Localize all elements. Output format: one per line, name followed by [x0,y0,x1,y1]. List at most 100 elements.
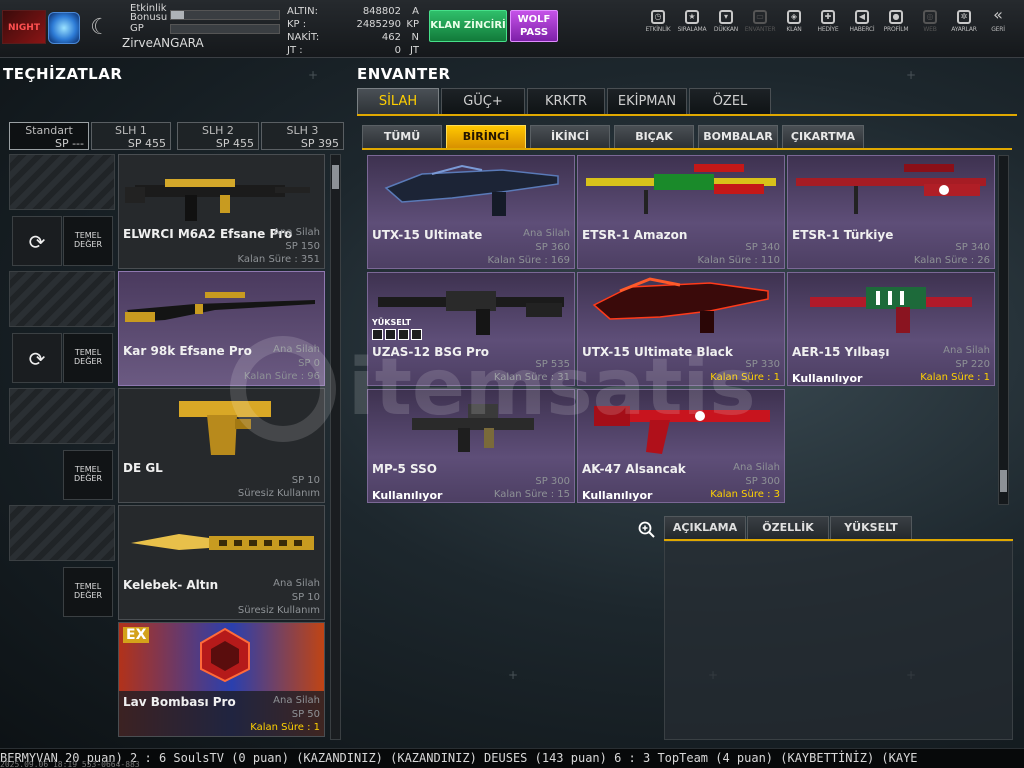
slot-placeholder [9,505,115,561]
tab-equipment[interactable]: EKİPMAN [607,88,687,115]
loadout-tab-slh1[interactable]: SLH 1 SP 455 [91,122,171,150]
slot-placeholder [9,388,115,444]
inventory-title: ENVANTER [357,65,451,83]
clan-emblem-icon [48,12,80,44]
tab-upgrade[interactable]: YÜKSELT [830,516,912,540]
currency-gold: ALTIN: 848802 A [287,6,419,17]
currency-kp: KP :2485290 KP [287,19,419,30]
loadout-tab-slh2[interactable]: SLH 2 SP 455 [177,122,259,150]
decor-plus: + [508,668,519,682]
tab-attributes[interactable]: ÖZELLİK [747,516,829,540]
rifle-icon [810,287,972,333]
loadout-tab-standart[interactable]: Standart SP --- [9,122,89,150]
back-icon: « [993,5,1003,24]
gp-label: GP [130,23,144,34]
nav-settings[interactable]: ✲ AYARLAR [946,6,982,46]
tab-description[interactable]: AÇIKLAMA [664,516,746,540]
nav-profile[interactable]: ● PROFİLM [878,6,914,46]
nav-web[interactable]: ◎ WEB [912,6,948,46]
base-value-button[interactable]: TEMEL DEĞER [63,216,113,266]
loadout-scrollbar[interactable] [330,154,341,740]
loadout-tab-slh3[interactable]: SLH 3 SP 395 [261,122,344,150]
details-tabs: AÇIKLAMA ÖZELLİK YÜKSELT [664,516,1013,540]
cart-icon: ▾ [719,10,733,24]
wolf-pass-button[interactable]: WOLF PASS [510,10,558,42]
clock-icon: ◷ [651,10,665,24]
news-ticker: BERMYVAN 20 puan) 2 : 6 SoulsTV (0 puan)… [0,748,1024,768]
bonus-bar [170,10,280,20]
weapon-filter-tabs: TÜMÜ BİRİNCİ İKİNCİ BIÇAK BOMBALAR ÇIKAR… [362,125,1012,149]
tab-power[interactable]: GÜÇ+ [441,88,525,115]
upgrade-label: YÜKSELT [372,318,411,327]
inventory-item[interactable]: ETSR-1 Türkiye SP 340 Kalan Süre : 26 [787,155,995,269]
subtab-all[interactable]: TÜMÜ [362,125,442,149]
player-name: ZirveANGARA [122,36,204,50]
profile-icon: ● [889,10,903,24]
knife-icon [131,534,314,550]
main-nav: ◷ ETKİNLİK ★ SIRALAMA ▾ DÜKKAN ▭ ENVANTER ◈ K… [640,6,1024,46]
details-panel [664,541,1013,740]
decor-plus: + [906,68,917,82]
gear-icon: ✲ [957,10,971,24]
nav-inventory[interactable]: ▭ ENVANTER [742,6,778,46]
tab-character[interactable]: KRKTR [527,88,605,115]
medal-icon: ★ [685,10,699,24]
equipped-primary-card[interactable]: ELWRCI M6A2 Efsane Pro Ana Silah SP 150 … [118,154,325,269]
rotate-icon[interactable]: ⟳ [12,216,62,266]
sniper-rifle-icon [796,164,986,214]
nav-clan[interactable]: ◈ KLAN [776,6,812,46]
klan-chain-button[interactable]: KLAN ZİNCİRİ [429,10,507,42]
gp-bar [170,24,280,34]
inventory-icon: ▭ [753,10,767,24]
bonus-label: Etkinlik Bonusu [130,3,168,23]
wolf-pass-line1: WOLF [517,14,551,25]
wolf-pass-line2: PASS [519,27,549,38]
timestamp-overlay: 2025.09.06 18:19 553-0664-883 [0,760,140,768]
sniper-rifle-icon [586,164,776,214]
svg-text:itemsatis: itemsatis [348,343,756,433]
megaphone-icon: ◀ [855,10,869,24]
grenade-icon [200,627,250,683]
scrollbar-thumb[interactable] [332,165,339,189]
game-window: NIGHT ☾ Etkinlik Bonusu GP ZirveANGARA A… [0,0,1024,768]
rifle-icon [592,277,769,333]
tab-special[interactable]: ÖZEL [689,88,771,115]
loadout-slot: TEMEL DEĞER Kelebek- Altın Ana Silah SP 1… [9,505,329,620]
subtab-grenades[interactable]: BOMBALAR [698,125,778,149]
watermark-logo: itemsatis [230,336,756,442]
nav-back[interactable]: «GERİ [980,6,1016,46]
equipped-knife-card[interactable]: Kelebek- Altın Ana Silah SP 10 Süresiz K… [118,505,325,620]
base-value-button[interactable]: TEMEL DEĞER [63,333,113,383]
rifle-icon [384,164,559,216]
nav-gift[interactable]: ✚ HEDİYE [810,6,846,46]
inventory-scrollbar[interactable] [998,155,1009,505]
subtab-primary[interactable]: BİRİNCİ [446,125,526,149]
sniper-rifle-icon [125,292,315,322]
nav-events[interactable]: ◷ ETKİNLİK [640,6,676,46]
rotate-icon[interactable]: ⟳ [12,333,62,383]
base-value-button[interactable]: TEMEL DEĞER [63,450,113,500]
loadout-slot: EX Lav Bombası Pro Ana Silah SP 50 Kalan… [9,622,329,737]
base-value-button[interactable]: TEMEL DEĞER [63,567,113,617]
top-bar: NIGHT ☾ Etkinlik Bonusu GP ZirveANGARA A… [0,0,1024,58]
subtab-secondary[interactable]: İKİNCİ [530,125,610,149]
tab-weapon[interactable]: SİLAH [357,88,439,115]
tab-underline [357,114,1017,116]
subtab-knife[interactable]: BIÇAK [614,125,694,149]
inventory-item[interactable]: UTX-15 Ultimate Ana Silah SP 360 Kalan S… [367,155,575,269]
loadout-title: TEÇHİZATLAR [3,65,123,83]
zoom-in-icon[interactable] [638,521,656,539]
subtab-underline [362,148,1012,150]
currency-panel: ALTIN: 848802 A KP :2485290 KP NAKİT: 462 N J… [283,4,423,56]
rifle-icon [125,179,310,221]
nav-shop[interactable]: ▾ DÜKKAN [708,6,744,46]
subtab-stickers[interactable]: ÇIKARTMA [782,125,864,149]
inventory-item[interactable]: ETSR-1 Amazon SP 340 Kalan Süre : 110 [577,155,785,269]
nav-messenger[interactable]: ◀ HABERCİ [844,6,880,46]
ex-badge: EX [123,627,150,643]
nav-ranking[interactable]: ★ SIRALAMA [674,6,710,46]
scrollbar-thumb[interactable] [1000,470,1007,492]
wolf-icon: ☾ [90,15,110,40]
rank-logo: NIGHT [2,10,46,44]
equipped-grenade-card[interactable]: EX Lav Bombası Pro Ana Silah SP 50 Kalan… [118,622,325,737]
